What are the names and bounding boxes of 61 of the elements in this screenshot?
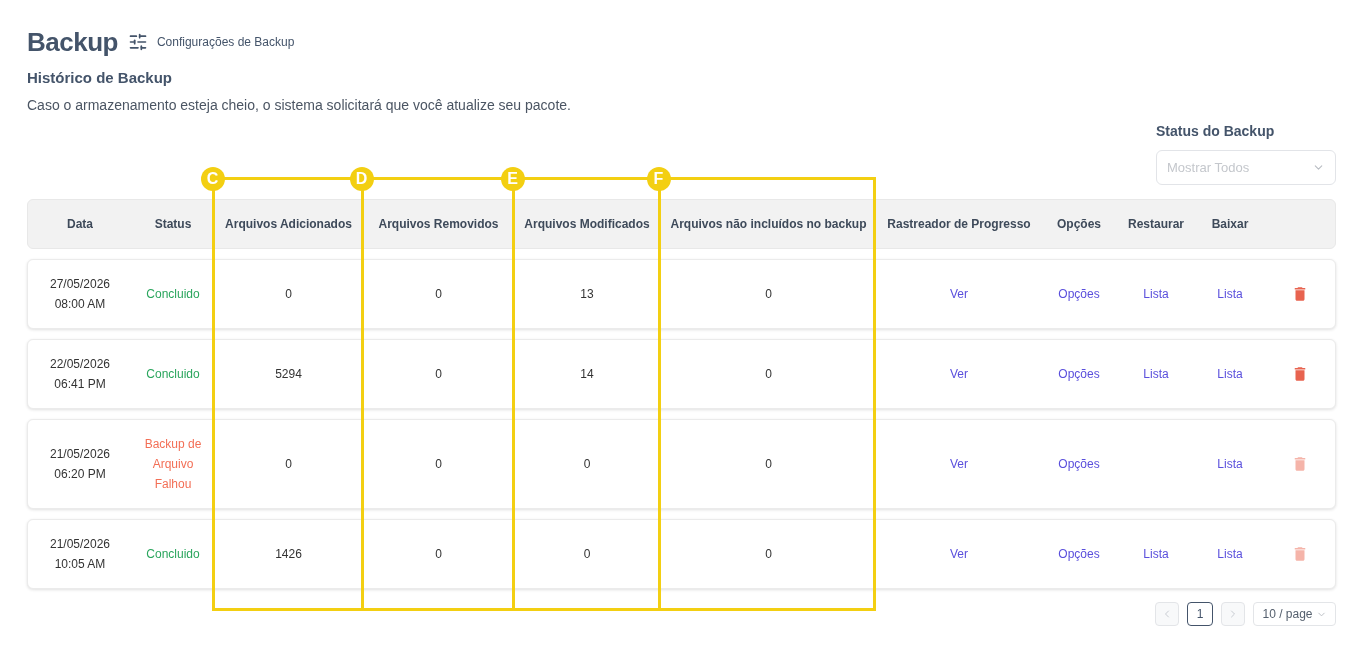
- settings-link[interactable]: Configurações de Backup: [156, 34, 295, 50]
- section-description: Caso o armazenamento esteja cheio, o sistema solicitará que você atualize seu pacote.: [27, 96, 572, 115]
- status-text: Concluido: [145, 286, 201, 303]
- options-link[interactable]: Opções: [1058, 284, 1100, 304]
- annotation-marker: E: [500, 166, 525, 191]
- date-cell-text: 27/05/2026 08:00 AM: [49, 276, 111, 313]
- number-cell-text: 5294: [275, 366, 302, 383]
- page-title: Backup: [27, 26, 118, 58]
- options-link[interactable]: Opções: [1058, 544, 1100, 564]
- download-link[interactable]: Lista: [1217, 364, 1243, 384]
- page-size-select[interactable]: 10 / page: [1253, 602, 1336, 626]
- options-link[interactable]: Opções: [1058, 364, 1100, 384]
- download-link[interactable]: Lista: [1217, 454, 1243, 474]
- view-link[interactable]: Ver: [950, 454, 968, 474]
- options-link[interactable]: Opções: [1058, 454, 1100, 474]
- column-header: Arquivos Removidos: [378, 216, 499, 232]
- view-link[interactable]: Ver: [950, 544, 968, 564]
- number-cell-text: 13: [580, 286, 594, 303]
- number-cell-text: 0: [435, 456, 442, 473]
- date-cell-text: 21/05/2026 06:20 PM: [49, 446, 111, 483]
- annotation-marker: C: [200, 166, 225, 191]
- view-link[interactable]: Ver: [950, 284, 968, 304]
- number-cell-text: 0: [765, 286, 772, 303]
- section-title: Histórico de Backup: [27, 68, 174, 88]
- column-header: Arquivos não incluídos no backup: [670, 216, 867, 232]
- column-header: Arquivos Adicionados: [225, 216, 352, 232]
- column-header: Opções: [1057, 216, 1101, 232]
- filter-label: Status do Backup: [1156, 122, 1276, 141]
- view-link[interactable]: Ver: [950, 364, 968, 384]
- settings-icon[interactable]: [127, 32, 148, 52]
- number-cell-text: 0: [583, 456, 591, 473]
- column-header: Baixar: [1211, 216, 1249, 232]
- page-button[interactable]: 1: [1187, 602, 1213, 626]
- number-cell-text: 0: [435, 546, 442, 563]
- number-cell-text: 14: [580, 366, 594, 383]
- column-header: Status: [154, 216, 192, 232]
- column-header: Data: [67, 216, 93, 232]
- status-text: Backup de Arquivo Falhou: [143, 436, 203, 493]
- column-header: Restaurar: [1128, 216, 1184, 232]
- number-cell-text: 0: [435, 286, 442, 303]
- status-text: Concluido: [145, 366, 201, 383]
- status-text: Concluido: [145, 546, 201, 563]
- restore-link[interactable]: Lista: [1143, 364, 1169, 384]
- number-cell-text: 0: [765, 546, 772, 563]
- download-link[interactable]: Lista: [1217, 544, 1243, 564]
- annotation-marker: D: [349, 166, 374, 191]
- annotation-marker: F: [646, 166, 671, 191]
- number-cell-text: 0: [765, 456, 772, 473]
- number-cell-text: 0: [285, 286, 292, 303]
- download-link[interactable]: Lista: [1217, 284, 1243, 304]
- column-header: Arquivos Modificados: [524, 216, 650, 232]
- number-cell-text: 0: [583, 546, 591, 563]
- date-cell-text: 21/05/2026 10:05 AM: [49, 536, 111, 573]
- number-cell-text: 0: [765, 366, 772, 383]
- column-header: Rastreador de Progresso: [887, 216, 1031, 232]
- restore-link[interactable]: Lista: [1143, 284, 1169, 304]
- number-cell-text: 1426: [275, 546, 302, 563]
- number-cell-text: 0: [435, 366, 442, 383]
- restore-link[interactable]: Lista: [1143, 544, 1169, 564]
- number-cell-text: 0: [285, 456, 292, 473]
- date-cell-text: 22/05/2026 06:41 PM: [49, 356, 111, 393]
